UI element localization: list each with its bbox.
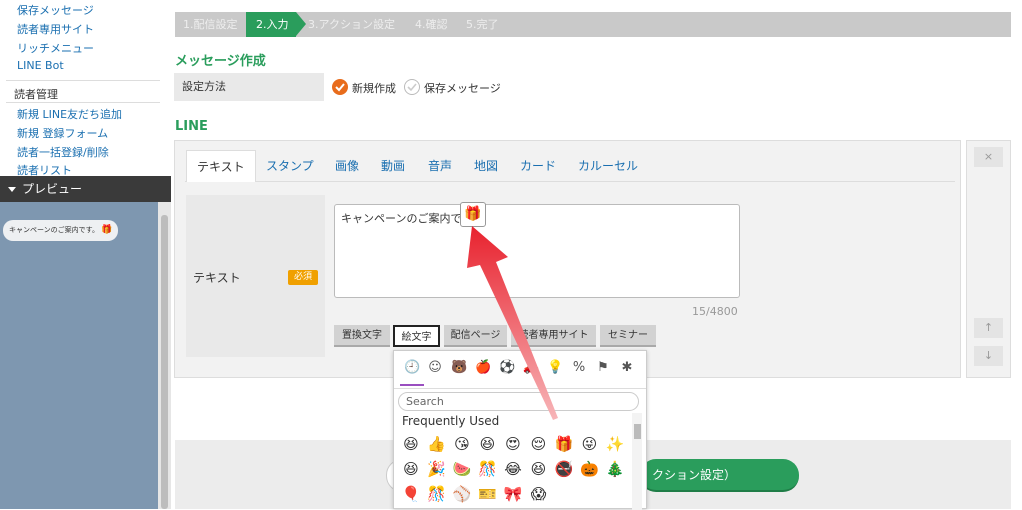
- annotation-arrow: [467, 226, 558, 420]
- arrow-shape: [467, 226, 558, 420]
